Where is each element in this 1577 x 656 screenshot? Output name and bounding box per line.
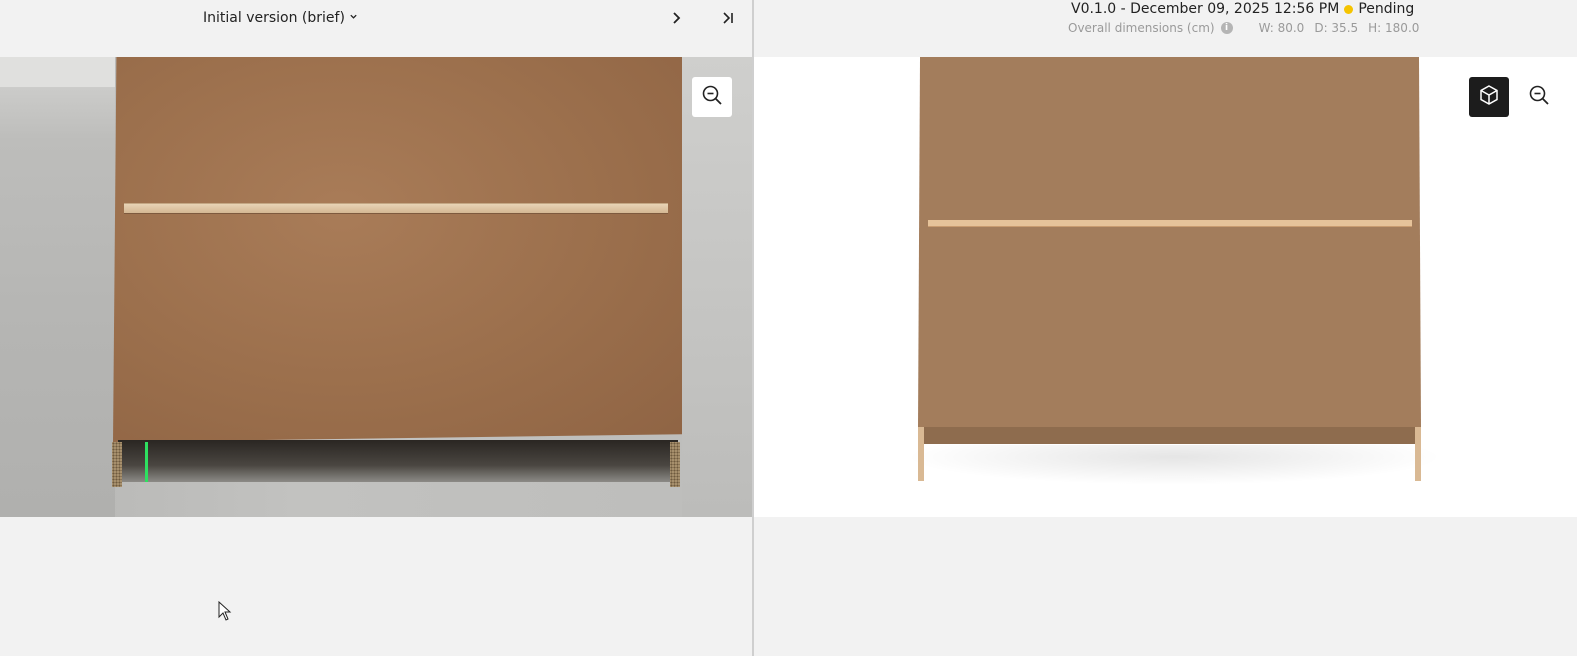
version-info: V0.1.0 - December 09, 2025 12:56 PM Pend… xyxy=(1071,1,1414,17)
status-badge: Pending xyxy=(1358,1,1415,17)
chevron-right-icon xyxy=(670,10,682,29)
next-button[interactable] xyxy=(665,8,687,30)
measurement-marker xyxy=(145,442,148,482)
dimension-height: H: 180.0 xyxy=(1368,21,1420,35)
dimensions-label: Overall dimensions (cm) xyxy=(1068,21,1215,35)
skip-to-end-icon xyxy=(721,10,735,29)
dimensions-row: Overall dimensions (cm) i W: 80.0 D: 35.… xyxy=(1068,21,1419,35)
shelf-rail-render xyxy=(928,220,1412,227)
version-dropdown[interactable]: Initial version (brief) xyxy=(203,8,358,28)
mouse-cursor-icon xyxy=(218,600,232,625)
zoom-out-icon xyxy=(1528,84,1550,110)
cabinet-back-panel xyxy=(113,57,682,442)
info-icon[interactable]: i xyxy=(1220,22,1233,34)
reference-panel: Initial version (brief) xyxy=(0,0,752,656)
chevron-down-icon xyxy=(349,12,358,24)
zoom-out-button[interactable] xyxy=(692,77,732,117)
dimension-depth: D: 35.5 xyxy=(1314,21,1359,35)
render-viewer[interactable] xyxy=(754,57,1577,517)
cube-icon xyxy=(1478,84,1500,110)
status-dot-icon xyxy=(1344,4,1354,14)
zoom-out-button-render[interactable] xyxy=(1519,77,1559,117)
reference-photo xyxy=(0,57,752,517)
render-panel: V0.1.0 - December 09, 2025 12:56 PM Pend… xyxy=(754,0,1577,656)
version-dropdown-label: Initial version (brief) xyxy=(203,10,345,26)
version-info-text: V0.1.0 - December 09, 2025 12:56 PM xyxy=(1071,1,1340,17)
dimension-width: W: 80.0 xyxy=(1258,21,1305,35)
shelf-rail xyxy=(124,203,668,214)
last-button[interactable] xyxy=(717,8,739,30)
zoom-out-icon xyxy=(701,84,723,110)
cabinet-back-panel-render xyxy=(918,57,1421,427)
3d-view-button[interactable] xyxy=(1469,77,1509,117)
